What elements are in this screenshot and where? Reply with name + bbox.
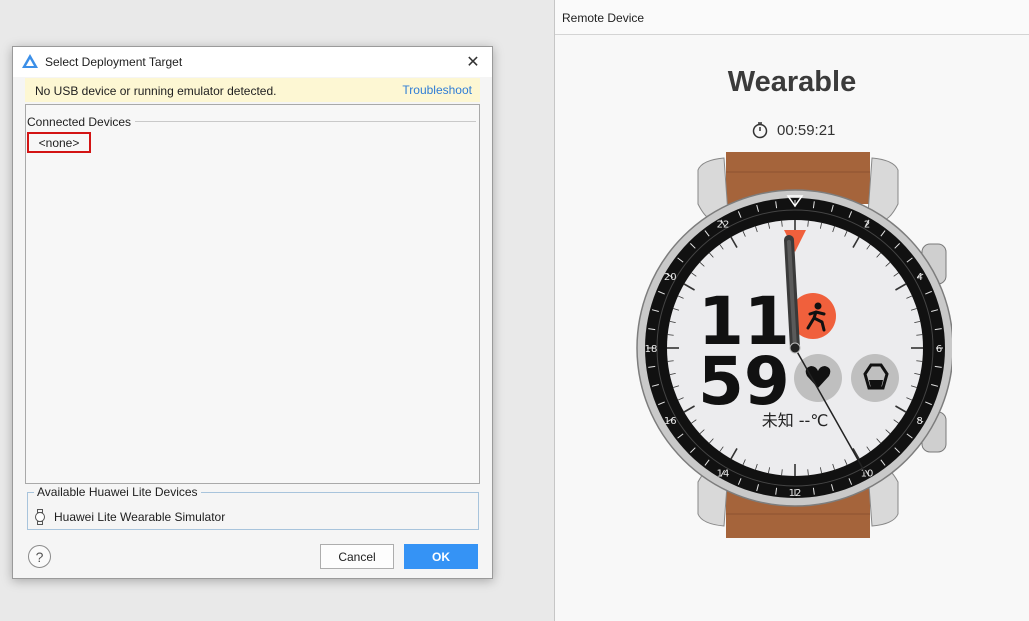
bezel-label: 8 (917, 416, 923, 427)
bezel-label: 6 (936, 344, 942, 355)
watch-minutes: 59 (698, 343, 790, 420)
timer-value: 00:59:21 (777, 121, 836, 139)
app-logo-icon (22, 54, 38, 68)
hands-pivot (789, 342, 801, 354)
close-icon[interactable]: ✕ (462, 51, 484, 73)
select-deployment-target-dialog: Select Deployment Target ✕ No USB device… (12, 46, 493, 579)
bezel-label: 18 (645, 344, 658, 355)
device-name: Wearable (727, 66, 857, 98)
weather-text: 未知 --℃ (762, 411, 829, 430)
help-icon[interactable]: ? (28, 545, 51, 568)
lite-device-item[interactable]: Huawei Lite Wearable Simulator (34, 508, 225, 526)
warning-message: No USB device or running emulator detect… (35, 84, 277, 98)
dialog-title: Select Deployment Target (45, 55, 183, 69)
connected-devices-panel: Connected Devices <none> (25, 104, 480, 484)
cancel-button[interactable]: Cancel (320, 544, 394, 569)
no-device-warning-bar: No USB device or running emulator detect… (25, 78, 480, 102)
dialog-title-bar: Select Deployment Target ✕ (13, 47, 492, 77)
lite-devices-group: Available Huawei Lite Devices Huawei Lit… (27, 485, 479, 530)
lite-device-label: Huawei Lite Wearable Simulator (54, 510, 226, 524)
bezel-label: 16 (664, 416, 677, 427)
smartwatch-display[interactable]: 246810121416182022 11 59 未知 --℃ (632, 152, 952, 538)
remote-device-panel: Remote Device Wearable 00:59:21 2 4 6 8 10 12… (554, 0, 1029, 621)
connected-device-none-item[interactable]: <none> (27, 132, 91, 153)
bezel-label: 14 (717, 469, 730, 480)
legend-divider (126, 121, 476, 122)
bezel-label: 20 (664, 272, 677, 283)
bezel-label: 4 (917, 272, 923, 283)
ok-button[interactable]: OK (404, 544, 478, 569)
lite-devices-legend: Available Huawei Lite Devices (34, 485, 201, 499)
remote-device-title: Remote Device (562, 11, 645, 25)
troubleshoot-link[interactable]: Troubleshoot (402, 83, 472, 97)
session-timer: 00:59:21 (751, 120, 835, 140)
bezel-label: 22 (717, 219, 730, 230)
stress-complication[interactable] (851, 354, 899, 402)
bezel-label: 2 (864, 219, 870, 230)
bezel-label: 10 (861, 469, 874, 480)
bezel-label: 12 (789, 488, 802, 499)
stopwatch-icon (752, 122, 768, 139)
watch-icon (35, 509, 45, 525)
remote-device-header: Remote Device (555, 0, 1029, 35)
connected-devices-legend: Connected Devices (27, 115, 136, 129)
